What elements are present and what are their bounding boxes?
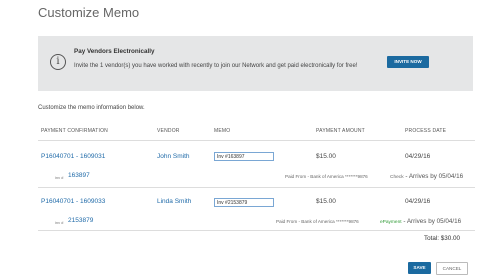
memo-input[interactable]: [214, 198, 274, 207]
invite-now-button[interactable]: INVITE NOW: [387, 56, 429, 68]
cancel-button[interactable]: CANCEL: [436, 262, 468, 275]
payment-method: ePayment: [380, 220, 402, 225]
customize-memo-page: Customize Memo i Pay Vendors Electronica…: [0, 0, 500, 279]
vendor-name[interactable]: John Smith: [157, 153, 190, 160]
column-header-vendor: VENDOR: [157, 128, 180, 134]
delivery-info: Check - Arrives by 05/04/16: [390, 173, 463, 180]
paid-from-account: Paid From - Bank of America *******9876: [285, 174, 368, 179]
paid-from-account: Paid From - Bank of America *******9876: [276, 219, 359, 224]
arrival-date: - Arrives by 05/04/16: [401, 218, 462, 225]
row-divider: [38, 230, 475, 231]
invoice-label: inv #: [55, 175, 64, 180]
row-divider: [38, 187, 475, 188]
info-icon: i: [50, 54, 66, 70]
invoice-link[interactable]: 163897: [68, 172, 90, 179]
payment-confirmation-link[interactable]: P16040701 - 1609031: [41, 153, 105, 160]
column-header-confirmation: PAYMENT CONFIRMATION: [41, 128, 108, 134]
header-divider: [38, 140, 475, 141]
payment-total: Total: $30.00: [424, 235, 461, 242]
payment-amount: $15.00: [316, 153, 336, 160]
process-date: 04/29/16: [405, 153, 431, 160]
payment-method: Check: [390, 175, 404, 180]
column-header-memo: MEMO: [214, 128, 231, 134]
banner-text: Invite the 1 vendor(s) you have worked w…: [74, 63, 358, 69]
invoice-link[interactable]: 2153879: [68, 217, 93, 224]
process-date: 04/29/16: [405, 198, 431, 205]
instructions-text: Customize the memo information below.: [38, 105, 145, 111]
column-header-amount: PAYMENT AMOUNT: [316, 128, 365, 134]
arrival-date: - Arrives by 05/04/16: [403, 173, 464, 180]
invoice-label: inv #: [55, 220, 64, 225]
page-title: Customize Memo: [38, 5, 140, 20]
save-button[interactable]: SAVE: [408, 262, 431, 274]
column-header-date: PROCESS DATE: [405, 128, 447, 134]
pay-electronically-banner: i Pay Vendors Electronically Invite the …: [38, 36, 473, 91]
banner-heading: Pay Vendors Electronically: [74, 48, 155, 55]
vendor-name[interactable]: Linda Smith: [157, 198, 191, 205]
payment-confirmation-link[interactable]: P16040701 - 1609033: [41, 198, 105, 205]
delivery-info: ePayment - Arrives by 05/04/16: [380, 218, 461, 225]
payment-amount: $15.00: [316, 198, 336, 205]
memo-input[interactable]: [214, 152, 274, 161]
